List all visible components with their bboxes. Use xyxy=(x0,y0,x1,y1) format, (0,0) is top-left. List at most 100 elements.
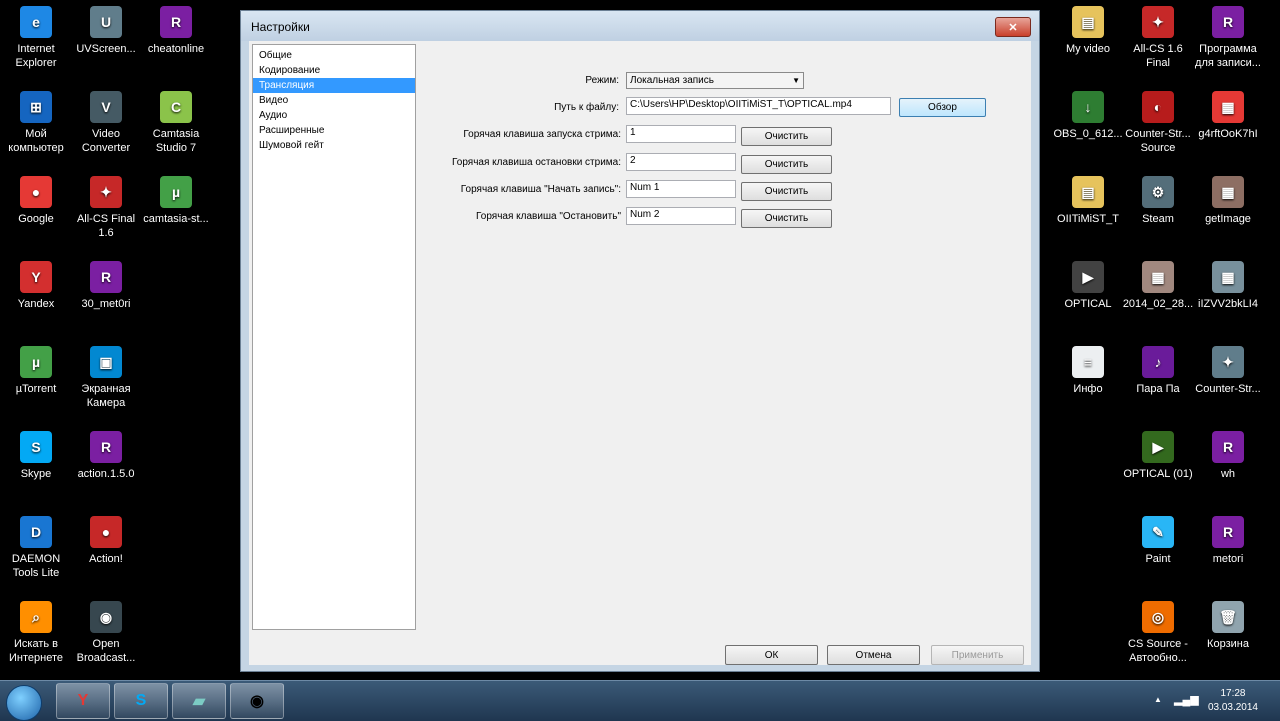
mode-select[interactable]: Локальная запись ▼ xyxy=(626,72,804,89)
desktop-icon-label: Video Converter xyxy=(81,128,131,154)
desktop-icon[interactable]: ▦ iIZVV2bkLI4 xyxy=(1192,261,1264,311)
desktop-icon[interactable]: ✦ All-CS Final 1.6 xyxy=(70,176,142,240)
start-button[interactable] xyxy=(6,685,42,721)
browse-button[interactable]: Обзор xyxy=(899,98,986,117)
image-icon: ▦ xyxy=(1142,261,1174,293)
apply-button[interactable]: Применить xyxy=(931,645,1024,665)
close-button[interactable]: ✕ xyxy=(995,17,1031,37)
clear-hotkey-button[interactable]: Очистить xyxy=(741,182,832,201)
desktop-icon[interactable]: Rcheatonline xyxy=(140,6,212,56)
desktop-icon-label: getImage xyxy=(1205,213,1251,225)
desktop-icon[interactable]: ↓ OBS_0_612... xyxy=(1052,91,1124,141)
ok-button[interactable]: ОК xyxy=(725,645,818,665)
image-icon: ▦ xyxy=(1212,91,1244,123)
desktop-icon[interactable]: Raction.1.5.0 xyxy=(70,431,142,481)
desktop-icon[interactable]: S Skype xyxy=(0,431,72,481)
hotkey-label: Горячая клавиша остановки стрима: xyxy=(452,157,621,168)
desktop-icon[interactable]: R 30_met0ri xyxy=(70,261,142,311)
winrar-icon: R xyxy=(90,431,122,463)
desktop-icon[interactable]: ◎ CS Source - Автообно... xyxy=(1122,601,1194,665)
desktop-icon xyxy=(1052,516,1124,552)
desktop-icon xyxy=(1052,431,1124,467)
clear-hotkey-button[interactable]: Очистить xyxy=(741,155,832,174)
desktop-icon[interactable]: Rwh xyxy=(1192,431,1264,481)
taskbar-app-yandex-browser[interactable]: Y xyxy=(56,683,110,719)
desktop-icon[interactable]: ✦ All-CS 1.6 Final xyxy=(1122,6,1194,70)
desktop-icon-label: Инфо xyxy=(1073,383,1103,395)
desktop-icon[interactable]: D DAEMON Tools Lite xyxy=(0,516,72,580)
desktop-icon[interactable]: ▤ My video xyxy=(1052,6,1124,56)
desktop-icon[interactable]: ⌕ Искать в Интернете xyxy=(0,601,72,665)
desktop-icon-label: My video xyxy=(1065,43,1111,55)
cancel-button[interactable]: Отмена xyxy=(827,645,920,665)
desktop-icon[interactable]: Rmetori xyxy=(1192,516,1264,566)
title-bar[interactable]: Настройки ✕ xyxy=(241,11,1039,41)
desktop-icon[interactable]: ♪ Пара Па xyxy=(1122,346,1194,396)
taskbar-app-skype[interactable]: S xyxy=(114,683,168,719)
action-icon: ● xyxy=(90,516,122,548)
desktop-icon-label: OPTICAL (01) xyxy=(1123,468,1193,480)
desktop-icon-label: Open Broadcast... xyxy=(76,638,136,664)
desktop-icon[interactable]: 🗑 Корзина xyxy=(1192,601,1264,651)
nav-item[interactable]: Кодирование xyxy=(253,63,415,78)
desktop-icon-label: Steam xyxy=(1142,213,1174,225)
taskbar-app-camtasia[interactable]: ▰ xyxy=(172,683,226,719)
desktop-icon[interactable]: e Internet Explorer xyxy=(0,6,72,70)
hotkey-input[interactable]: Num 1 xyxy=(626,180,736,198)
nav-item[interactable]: Видео xyxy=(253,93,415,108)
desktop-icon[interactable]: ▦ getImage xyxy=(1192,176,1264,226)
nav-item[interactable]: Общие xyxy=(253,48,415,63)
cs-icon: ✦ xyxy=(1142,6,1174,38)
folder-icon: ▤ xyxy=(1072,6,1104,38)
steam-icon: ⚙ xyxy=(1142,176,1174,208)
desktop-icon[interactable]: ◉ Open Broadcast... xyxy=(70,601,142,665)
system-tray: ▲ ▂▄▆ 17:28 03.03.2014 xyxy=(1140,681,1280,721)
desktop-icon[interactable]: ▣ Экранная Камера xyxy=(70,346,142,410)
desktop-icon[interactable]: ▦ g4rftOoK7hI xyxy=(1192,91,1264,141)
obs-icon: ◉ xyxy=(90,601,122,633)
desktop-icon-label: 30_met0ri xyxy=(81,298,131,310)
tray-arrow-icon[interactable]: ▲ xyxy=(1154,695,1162,704)
desktop-icon[interactable]: ◐ Counter-Str... Source xyxy=(1122,91,1194,155)
desktop-icon[interactable]: ▶ OPTICAL (01) xyxy=(1122,431,1194,481)
desktop-icon[interactable]: ● Google xyxy=(0,176,72,226)
taskbar-app-obs[interactable]: ◉ xyxy=(230,683,284,719)
desktop-icon[interactable]: ✦ Counter-Str... xyxy=(1192,346,1264,396)
hotkey-input[interactable]: Num 2 xyxy=(626,207,736,225)
desktop-icon[interactable]: Y Yandex xyxy=(0,261,72,311)
nav-item[interactable]: Трансляция xyxy=(253,78,415,93)
daemon-icon: D xyxy=(20,516,52,548)
nav-item[interactable]: Аудио xyxy=(253,108,415,123)
path-input[interactable]: C:\Users\HP\Desktop\OIITiMiST_T\OPTICAL.… xyxy=(626,97,891,115)
desktop-icon[interactable]: ▶ OPTICAL xyxy=(1052,261,1124,311)
nav-item[interactable]: Шумовой гейт xyxy=(253,138,415,153)
clock[interactable]: 17:28 03.03.2014 xyxy=(1208,687,1258,715)
signal-icon[interactable]: ▂▄▆ xyxy=(1174,693,1199,706)
desktop-icon[interactable]: ⚙ Steam xyxy=(1122,176,1194,226)
desktop-icon[interactable]: ● Action! xyxy=(70,516,142,566)
cs-icon: ✦ xyxy=(1212,346,1244,378)
desktop-icon-label: Internet Explorer xyxy=(15,43,57,69)
clear-hotkey-button[interactable]: Очистить xyxy=(741,127,832,146)
desktop-icon[interactable]: R Программа для записи... xyxy=(1192,6,1264,70)
window-client: Общие Кодирование Трансляция Видео Аудио Расш… xyxy=(249,41,1031,665)
desktop-icon[interactable]: C Camtasia Studio 7 xyxy=(140,91,212,155)
desktop-icon[interactable]: ⊞ Мой компьютер xyxy=(0,91,72,155)
desktop-icon[interactable]: ▦ 2014_02_28... xyxy=(1122,261,1194,311)
clear-hotkey-button[interactable]: Очистить xyxy=(741,209,832,228)
desktop-icon[interactable]: ✎ Paint xyxy=(1122,516,1194,566)
winrar-icon: R xyxy=(160,6,192,38)
hotkey-input[interactable]: 2 xyxy=(626,153,736,171)
desktop-icon[interactable]: ≡ Инфо xyxy=(1052,346,1124,396)
path-label: Путь к файлу: xyxy=(554,102,619,113)
desktop-icon[interactable]: µ µTorrent xyxy=(0,346,72,396)
desktop-icon[interactable]: µ camtasia-st... xyxy=(140,176,212,226)
empty-slot xyxy=(1072,601,1104,633)
image-icon: ▦ xyxy=(1212,261,1244,293)
desktop-icon[interactable]: V Video Converter xyxy=(70,91,142,155)
nav-item[interactable]: Расширенные xyxy=(253,123,415,138)
window-title: Настройки xyxy=(251,20,310,34)
hotkey-input[interactable]: 1 xyxy=(626,125,736,143)
desktop-icon[interactable]: U UVScreen... xyxy=(70,6,142,56)
desktop-icon[interactable]: ▤ OIITiMiST_T xyxy=(1052,176,1124,226)
